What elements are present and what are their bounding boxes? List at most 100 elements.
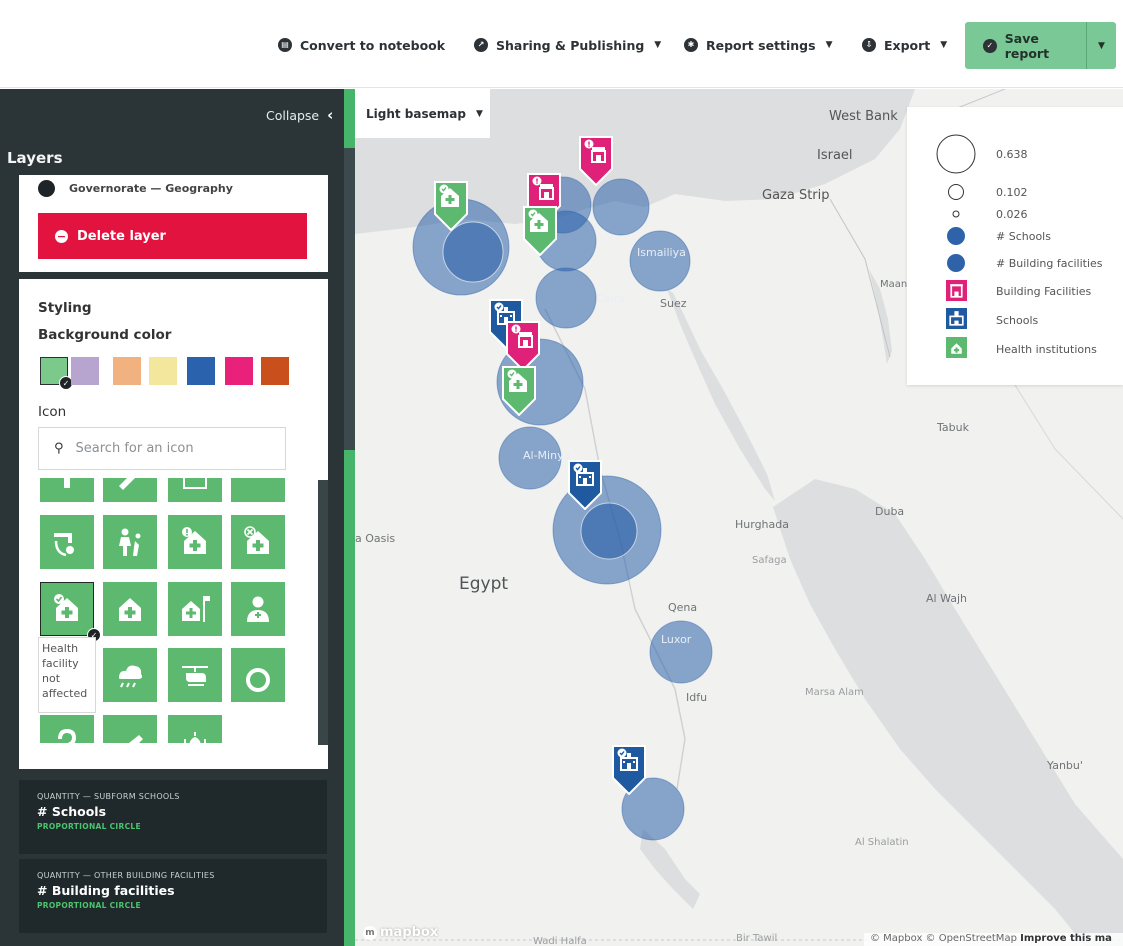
building-marker-icon — [579, 136, 613, 187]
health-institution-marker-tanta[interactable] — [523, 206, 557, 260]
sharing-publishing-button[interactable]: ↗ Sharing & Publishing ▼ — [474, 34, 661, 56]
legend-building-circle — [947, 254, 965, 272]
legend-size-large — [936, 134, 976, 174]
health-post-icon[interactable] — [103, 582, 157, 636]
building-facility-marker-damietta[interactable] — [579, 136, 613, 190]
report-settings-button[interactable]: ✱ Report settings ▼ — [684, 34, 833, 56]
school-marker-icon — [612, 745, 646, 796]
health-facility-alert-icon[interactable] — [168, 515, 222, 569]
color-swatch[interactable] — [225, 357, 253, 385]
school-marker-asyut[interactable] — [568, 460, 602, 514]
health-institution-marker-beni-suef[interactable] — [502, 366, 536, 420]
export-button[interactable]: ⇩ Export ▼ — [862, 34, 947, 56]
map-canvas[interactable]: Light basemap ▼ West Bank Israel Gaza St… — [355, 89, 1123, 946]
edit-icon[interactable] — [103, 478, 157, 502]
search-icon: ⚲ — [54, 441, 64, 456]
doctor-icon[interactable] — [231, 582, 285, 636]
mosque-icon[interactable] — [168, 715, 222, 743]
styling-heading: Styling — [38, 300, 92, 316]
legend-size-medium — [948, 184, 964, 200]
delete-layer-label: Delete layer — [77, 228, 166, 244]
convert-to-notebook-button[interactable]: ▤ Convert to notebook — [278, 34, 445, 56]
icon-search-field[interactable]: ⚲ — [38, 427, 286, 470]
map-label-egypt: Egypt — [459, 574, 509, 594]
color-swatch[interactable] — [149, 357, 177, 385]
map-label-safaga: Safaga — [752, 555, 787, 566]
health-facility-flag-icon[interactable] — [168, 582, 222, 636]
map-label-bir-tawil: Bir Tawil — [736, 933, 778, 944]
icon-tooltip: Health facility not affected — [38, 637, 96, 713]
collapse-button[interactable]: Collapse ‹ — [266, 106, 333, 124]
mapbox-logo-icon: m — [363, 925, 377, 940]
box-icon[interactable] — [231, 478, 285, 502]
icon-search-input[interactable] — [75, 441, 266, 456]
layer-header-panel: Governorate — Geography − Delete layer — [19, 175, 328, 272]
question-icon[interactable] — [40, 715, 94, 743]
attribution-text: © Mapbox © OpenStreetMap — [870, 933, 1017, 944]
map-label-al-shalatin: Al Shalatin — [855, 837, 909, 848]
basemap-selector[interactable]: Light basemap ▼ — [355, 89, 490, 138]
edit-pen-icon[interactable] — [103, 715, 157, 743]
legend-size-small-label: 0.026 — [996, 208, 1028, 221]
legend-size-medium-label: 0.102 — [996, 186, 1028, 199]
legend-schools-circle — [947, 227, 965, 245]
map-label-duba: Duba — [875, 505, 905, 518]
map-legend: 0.638 0.102 0.026 # Schools # Building f… — [907, 107, 1123, 385]
map-label-luxor: Luxor — [661, 633, 692, 646]
sidebar-scrollbar-track — [344, 148, 355, 450]
color-swatch[interactable] — [261, 357, 289, 385]
map-label-west-bank: West Bank — [829, 109, 898, 124]
top-toolbar: ▤ Convert to notebook ↗ Sharing & Publis… — [0, 0, 1123, 88]
icon-heading: Icon — [38, 404, 67, 420]
check-circle-icon: ✓ — [983, 38, 997, 53]
health-facility-closed-icon[interactable] — [231, 515, 285, 569]
building-icon[interactable] — [168, 478, 222, 502]
styling-panel: Styling Background color ✓ Icon ⚲ ✓ Heal… — [19, 279, 328, 769]
proportional-circles — [412, 176, 713, 841]
icon-grid-scrollbar[interactable] — [318, 480, 328, 745]
governorate-layer-label: Governorate — Geography — [69, 182, 233, 195]
save-report-group: ✓ Save report ▼ — [965, 22, 1116, 69]
mapbox-logo[interactable]: m mapbox — [363, 925, 438, 940]
water-tap-icon[interactable] — [40, 515, 94, 569]
helicopter-icon[interactable] — [168, 648, 222, 702]
color-swatch[interactable] — [71, 357, 99, 385]
circle-luxor — [649, 620, 713, 684]
layer-color-dot — [38, 180, 55, 197]
gear-icon: ✱ — [684, 38, 698, 52]
rain-icon[interactable] — [103, 648, 157, 702]
layer-card-building-facilities[interactable]: QUANTITY — OTHER BUILDING FACILITIES # B… — [19, 859, 327, 933]
person-walk-icon[interactable] — [103, 515, 157, 569]
notebook-icon: ▤ — [278, 38, 292, 52]
improve-map-link[interactable]: Improve this ma — [1020, 933, 1112, 944]
health-institution-marker-alexandria[interactable] — [434, 181, 468, 235]
map-label-israel: Israel — [817, 148, 853, 163]
color-swatch[interactable] — [187, 357, 215, 385]
sharing-label: Sharing & Publishing — [496, 37, 645, 53]
layer-card-kicker: QUANTITY — OTHER BUILDING FACILITIES — [37, 871, 215, 880]
life-ring-icon[interactable] — [231, 648, 285, 702]
save-report-button[interactable]: ✓ Save report — [965, 22, 1086, 69]
color-swatch[interactable] — [113, 357, 141, 385]
save-options-dropdown[interactable]: ▼ — [1086, 22, 1116, 69]
school-icon — [946, 308, 967, 329]
building-facilities-icon — [946, 280, 967, 301]
tap-icon[interactable] — [40, 478, 94, 502]
legend-building-circles-label: # Building facilities — [996, 257, 1103, 270]
layer-card-schools[interactable]: QUANTITY — SUBFORM SCHOOLS # Schools PRO… — [19, 780, 327, 854]
map-label-gaza: Gaza Strip — [762, 188, 830, 203]
health-marker-icon — [523, 206, 557, 257]
delete-layer-button[interactable]: − Delete layer — [38, 213, 307, 259]
layers-title: Layers — [7, 149, 63, 167]
color-swatch[interactable]: ✓ — [40, 357, 73, 390]
map-attribution[interactable]: © Mapbox © OpenStreetMap Improve this ma — [864, 933, 1123, 946]
convert-label: Convert to notebook — [300, 37, 446, 53]
map-label-hurghada: Hurghada — [735, 518, 789, 531]
chevron-down-icon: ▼ — [825, 40, 833, 50]
chevron-down-icon: ▼ — [654, 40, 662, 50]
health-facility-not-affected-icon[interactable]: ✓ — [40, 582, 101, 642]
school-marker-aswan[interactable] — [612, 745, 646, 799]
legend-schools-label: # Schools — [996, 230, 1051, 243]
layer-card-kicker: QUANTITY — SUBFORM SCHOOLS — [37, 792, 180, 801]
layer-card-type: PROPORTIONAL CIRCLE — [37, 822, 141, 831]
